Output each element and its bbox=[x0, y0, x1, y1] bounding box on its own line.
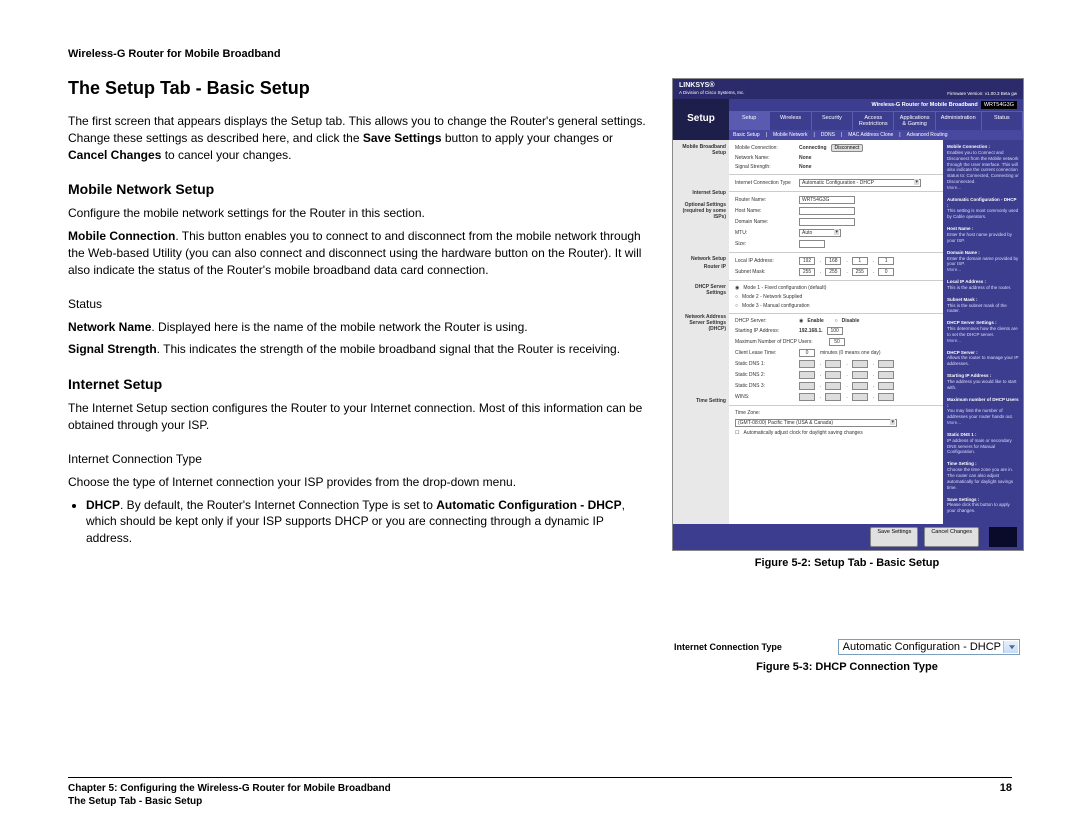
save-settings-button[interactable]: Save Settings bbox=[870, 527, 918, 547]
heading-status: Status bbox=[68, 297, 648, 311]
ss-header: Setup Wireless-G Router for Mobile Broad… bbox=[673, 99, 1023, 140]
ict-select[interactable]: Automatic Configuration - DHCP bbox=[799, 179, 921, 187]
fig53-label: Internet Connection Type bbox=[674, 642, 782, 652]
tab-wireless[interactable]: Wireless bbox=[770, 112, 811, 130]
tab-setup[interactable]: Setup bbox=[729, 112, 770, 130]
tab-access[interactable]: Access Restrictions bbox=[853, 112, 894, 130]
tab-admin[interactable]: Administration bbox=[936, 112, 982, 130]
tz-select[interactable]: (GMT-08:00) Pacific Time (USA & Canada) bbox=[735, 419, 897, 427]
ss-button-bar: Save Settings Cancel Changes bbox=[673, 524, 1023, 550]
host-name-input[interactable] bbox=[799, 207, 855, 215]
disconnect-button[interactable]: Disconnect bbox=[831, 144, 864, 152]
figure-5-2: LINKSYS®A Division of Cisco Systems, Inc… bbox=[672, 78, 1022, 569]
intro-paragraph: The first screen that appears displays t… bbox=[68, 113, 648, 163]
dhcp-bullet: DHCP. By default, the Router's Internet … bbox=[86, 497, 648, 547]
domain-name-input[interactable] bbox=[799, 218, 855, 226]
page-footer: Chapter 5: Configuring the Wireless-G Ro… bbox=[68, 777, 1012, 808]
cancel-changes-button[interactable]: Cancel Changes bbox=[924, 527, 979, 547]
ss-sidebar: Mobile Broadband Setup Internet Setup Op… bbox=[673, 140, 729, 524]
dhcp-disable-radio[interactable] bbox=[835, 318, 838, 324]
heading-mobile-network-setup: Mobile Network Setup bbox=[68, 181, 648, 197]
internet-setup-text: The Internet Setup section configures th… bbox=[68, 400, 648, 434]
right-column: LINKSYS®A Division of Cisco Systems, Inc… bbox=[672, 78, 1022, 673]
figure-5-3: Internet Connection Type Automatic Confi… bbox=[672, 639, 1022, 673]
fig53-select[interactable]: Automatic Configuration - DHCP bbox=[838, 639, 1020, 655]
tab-apps[interactable]: Applications & Gaming bbox=[894, 112, 935, 130]
mobile-connection-text: Mobile Connection. This button enables y… bbox=[68, 228, 648, 278]
dhcp-enable-radio[interactable] bbox=[799, 318, 803, 324]
router-name-input[interactable]: WRT54G3G bbox=[799, 196, 855, 204]
cisco-logo-icon bbox=[989, 527, 1017, 547]
ss-section-title: Setup bbox=[673, 99, 729, 140]
ss-subtabs: Basic Setup | Mobile Network | DDNS | MA… bbox=[729, 130, 1023, 140]
figure-5-2-caption: Figure 5-2: Setup Tab - Basic Setup bbox=[672, 557, 1022, 569]
ict-list: DHCP. By default, the Router's Internet … bbox=[86, 497, 648, 547]
ss-help: Mobile Connection :Enables you to Connec… bbox=[943, 140, 1023, 524]
network-name-text: Network Name. Displayed here is the name… bbox=[68, 319, 648, 336]
mode3-radio[interactable] bbox=[735, 303, 738, 309]
ict-text: Choose the type of Internet connection y… bbox=[68, 474, 648, 491]
signal-strength-text: Signal Strength. This indicates the stre… bbox=[68, 341, 648, 358]
doc-header: Wireless-G Router for Mobile Broadband bbox=[68, 48, 1012, 60]
main-columns: The Setup Tab - Basic Setup The first sc… bbox=[68, 78, 1012, 673]
left-column: The Setup Tab - Basic Setup The first sc… bbox=[68, 78, 648, 673]
tab-status[interactable]: Status bbox=[982, 112, 1023, 130]
mtu-select[interactable]: Auto bbox=[799, 229, 841, 237]
ss-form: Mobile Connection:Connecting Disconnect … bbox=[729, 140, 943, 524]
router-ui-screenshot: LINKSYS®A Division of Cisco Systems, Inc… bbox=[672, 78, 1024, 551]
mobile-config-text: Configure the mobile network settings fo… bbox=[68, 205, 648, 222]
ss-brandbar: LINKSYS®A Division of Cisco Systems, Inc… bbox=[673, 79, 1023, 99]
footer-section: The Setup Tab - Basic Setup bbox=[68, 795, 391, 808]
page-title: The Setup Tab - Basic Setup bbox=[68, 78, 648, 99]
footer-chapter: Chapter 5: Configuring the Wireless-G Ro… bbox=[68, 782, 391, 795]
tab-security[interactable]: Security bbox=[812, 112, 853, 130]
heading-internet-setup: Internet Setup bbox=[68, 376, 648, 392]
figure-5-3-caption: Figure 5-3: DHCP Connection Type bbox=[672, 661, 1022, 673]
mode2-radio[interactable] bbox=[735, 294, 738, 300]
chevron-down-icon bbox=[1009, 645, 1015, 649]
document-page: Wireless-G Router for Mobile Broadband T… bbox=[0, 0, 1080, 834]
ss-main-tabs: Setup Wireless Security Access Restricti… bbox=[729, 111, 1023, 130]
footer-page-number: 18 bbox=[1000, 782, 1012, 808]
heading-ict: Internet Connection Type bbox=[68, 452, 648, 466]
ss-tabs-wrap: Wireless-G Router for Mobile Broadband W… bbox=[729, 99, 1023, 140]
mode1-radio[interactable] bbox=[735, 285, 739, 291]
